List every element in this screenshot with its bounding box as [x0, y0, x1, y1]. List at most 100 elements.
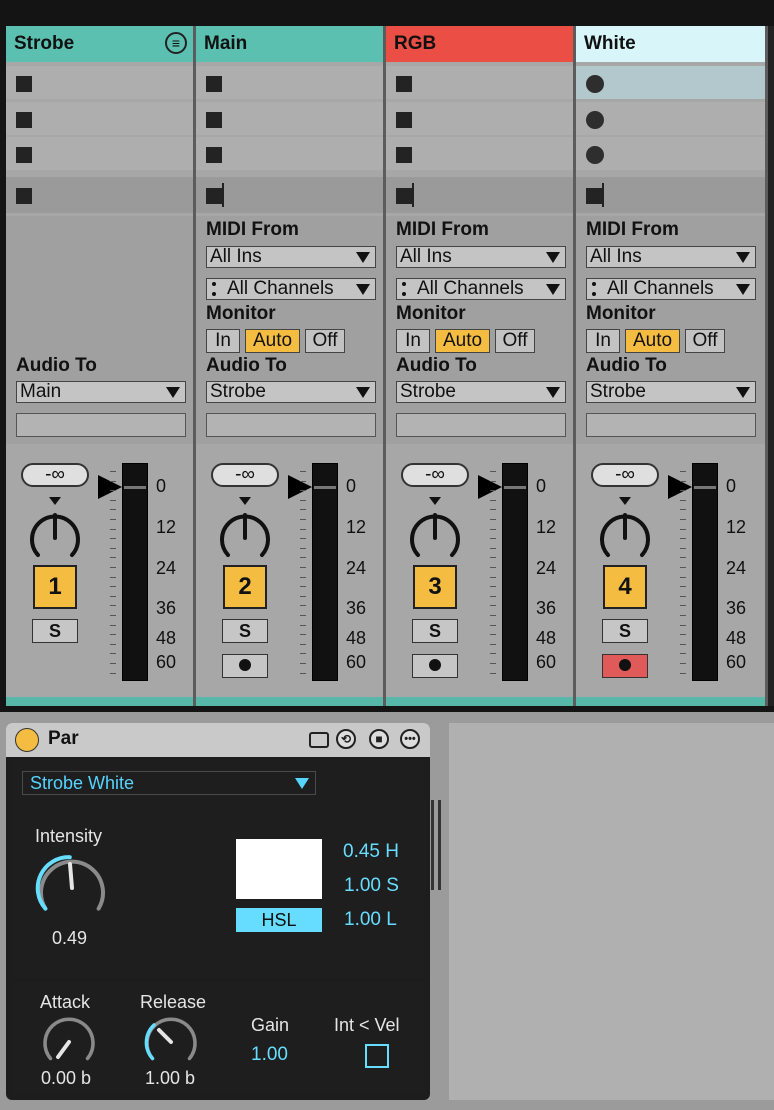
- audio-to-chooser[interactable]: Main: [16, 381, 186, 403]
- release-knob[interactable]: [142, 1013, 200, 1071]
- hue-value[interactable]: 0.45 H: [343, 841, 399, 863]
- volume-fader[interactable]: [124, 486, 146, 489]
- level-meter[interactable]: [312, 463, 338, 681]
- track-activator-button[interactable]: 1: [33, 565, 77, 609]
- monitor-in-button[interactable]: In: [586, 329, 620, 353]
- volume-fader[interactable]: [504, 486, 526, 489]
- preset-chooser[interactable]: Strobe White: [22, 771, 316, 795]
- stop-button-icon[interactable]: [16, 76, 32, 92]
- clip-slot[interactable]: [386, 66, 573, 99]
- clip-slot[interactable]: [576, 66, 765, 99]
- clip-slot[interactable]: [6, 102, 193, 135]
- stop-button-icon[interactable]: [16, 147, 32, 163]
- midi-channel-chooser[interactable]: All Channels: [396, 278, 566, 300]
- audio-to-channel-chooser[interactable]: [396, 413, 566, 437]
- volume-readout[interactable]: -∞: [21, 463, 89, 487]
- pan-knob[interactable]: [218, 511, 272, 565]
- midi-from-chooser[interactable]: All Ins: [586, 246, 756, 268]
- clip-slot[interactable]: [196, 102, 383, 135]
- clip-icon[interactable]: [309, 732, 329, 748]
- record-button-icon[interactable]: [586, 146, 604, 164]
- track-header[interactable]: RGB: [386, 26, 573, 62]
- audio-to-channel-chooser[interactable]: [586, 413, 756, 437]
- audio-to-chooser[interactable]: Strobe: [396, 381, 566, 403]
- monitor-off-button[interactable]: Off: [305, 329, 345, 353]
- attack-knob[interactable]: [40, 1013, 98, 1071]
- volume-readout[interactable]: -∞: [211, 463, 279, 487]
- audio-to-chooser[interactable]: Strobe: [206, 381, 376, 403]
- stop-button-icon[interactable]: [206, 112, 222, 128]
- record-button-icon[interactable]: [586, 111, 604, 129]
- arm-button[interactable]: [412, 654, 458, 678]
- monitor-in-button[interactable]: In: [206, 329, 240, 353]
- stop-all-clips-icon[interactable]: [396, 188, 412, 204]
- gain-value[interactable]: 1.00: [251, 1044, 288, 1066]
- monitor-off-button[interactable]: Off: [685, 329, 725, 353]
- stop-all-clips-icon[interactable]: [16, 188, 32, 204]
- pan-knob[interactable]: [28, 511, 82, 565]
- pan-knob[interactable]: [408, 511, 462, 565]
- pan-knob[interactable]: [598, 511, 652, 565]
- color-swatch[interactable]: [236, 839, 322, 899]
- more-icon[interactable]: •••: [400, 729, 420, 749]
- hsl-button[interactable]: HSL: [236, 908, 322, 932]
- save-icon[interactable]: ■: [369, 729, 389, 749]
- midi-from-chooser[interactable]: All Ins: [396, 246, 566, 268]
- device-drop-area[interactable]: [449, 723, 774, 1100]
- track-header[interactable]: White: [576, 26, 765, 62]
- audio-to-channel-chooser[interactable]: [16, 413, 186, 437]
- volume-readout[interactable]: -∞: [591, 463, 659, 487]
- audio-to-channel-chooser[interactable]: [206, 413, 376, 437]
- clip-slot[interactable]: [6, 66, 193, 99]
- device-scroll-handle-2[interactable]: [438, 800, 441, 890]
- track-activator-button[interactable]: 2: [223, 565, 267, 609]
- volume-readout[interactable]: -∞: [401, 463, 469, 487]
- intvel-checkbox[interactable]: [365, 1044, 389, 1068]
- stop-button-icon[interactable]: [396, 76, 412, 92]
- solo-button[interactable]: S: [602, 619, 648, 643]
- track-header[interactable]: Main: [196, 26, 383, 62]
- stop-button-icon[interactable]: [396, 147, 412, 163]
- device-scroll-handle[interactable]: [431, 800, 434, 890]
- stop-button-icon[interactable]: [16, 112, 32, 128]
- stop-button-icon[interactable]: [396, 112, 412, 128]
- track-activator-button[interactable]: 4: [603, 565, 647, 609]
- midi-channel-chooser[interactable]: All Channels: [586, 278, 756, 300]
- level-meter[interactable]: [502, 463, 528, 681]
- monitor-auto-button[interactable]: Auto: [245, 329, 300, 353]
- monitor-auto-button[interactable]: Auto: [625, 329, 680, 353]
- clip-slot[interactable]: [196, 137, 383, 170]
- clip-slot[interactable]: [196, 66, 383, 99]
- clip-slot[interactable]: [576, 102, 765, 135]
- volume-fader[interactable]: [314, 486, 336, 489]
- midi-from-chooser[interactable]: All Ins: [206, 246, 376, 268]
- hot-swap-icon[interactable]: ⟲: [336, 729, 356, 749]
- volume-fader[interactable]: [694, 486, 716, 489]
- clip-slot[interactable]: [386, 102, 573, 135]
- track-header[interactable]: Strobe ≡: [6, 26, 193, 62]
- monitor-auto-button[interactable]: Auto: [435, 329, 490, 353]
- group-fold-icon[interactable]: ≡: [165, 32, 187, 54]
- lightness-value[interactable]: 1.00 L: [344, 909, 397, 931]
- stop-button-icon[interactable]: [206, 147, 222, 163]
- stop-all-clips-icon[interactable]: [206, 188, 222, 204]
- audio-to-chooser[interactable]: Strobe: [586, 381, 756, 403]
- clip-slot[interactable]: [6, 137, 193, 170]
- level-meter[interactable]: [692, 463, 718, 681]
- arm-button[interactable]: [222, 654, 268, 678]
- stop-all-clips-icon[interactable]: [586, 188, 602, 204]
- solo-button[interactable]: S: [412, 619, 458, 643]
- intensity-knob[interactable]: [33, 849, 111, 927]
- saturation-value[interactable]: 1.00 S: [344, 875, 399, 897]
- solo-button[interactable]: S: [222, 619, 268, 643]
- stop-button-icon[interactable]: [206, 76, 222, 92]
- record-button-icon[interactable]: [586, 75, 604, 93]
- session-scrollbar[interactable]: [768, 26, 774, 706]
- monitor-in-button[interactable]: In: [396, 329, 430, 353]
- clip-slot[interactable]: [386, 137, 573, 170]
- device-power-button[interactable]: [15, 728, 39, 752]
- clip-slot[interactable]: [576, 137, 765, 170]
- solo-button[interactable]: S: [32, 619, 78, 643]
- midi-channel-chooser[interactable]: All Channels: [206, 278, 376, 300]
- monitor-off-button[interactable]: Off: [495, 329, 535, 353]
